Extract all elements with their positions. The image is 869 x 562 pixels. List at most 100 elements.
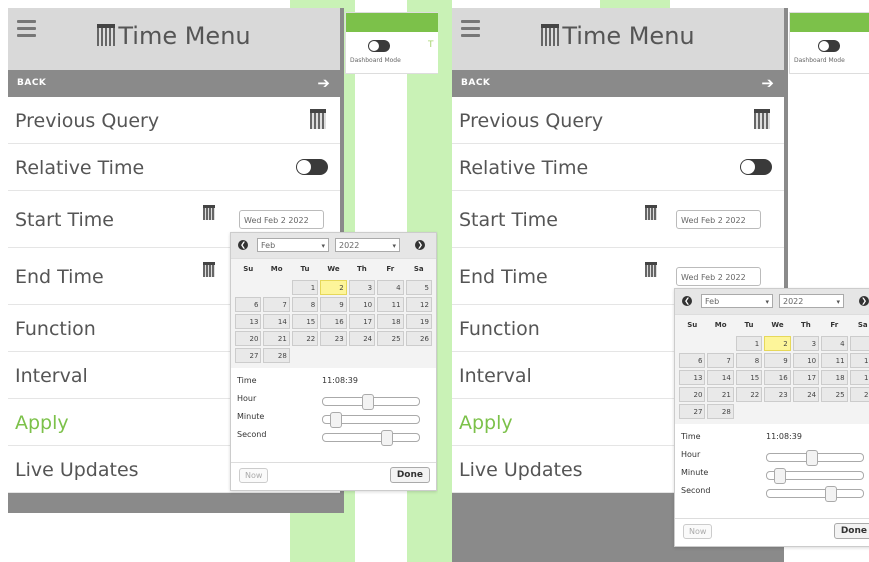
prev-month-icon[interactable]: ❮: [682, 296, 692, 306]
calendar-day[interactable]: 6: [679, 353, 706, 368]
calendar-day[interactable]: 6: [235, 297, 262, 312]
now-button[interactable]: Now: [683, 524, 713, 539]
menu-item-relative-time[interactable]: Relative Time: [8, 144, 340, 191]
second-slider-thumb[interactable]: [381, 430, 394, 446]
back-bar[interactable]: BACK ➔: [8, 70, 340, 97]
done-button[interactable]: Done: [833, 523, 869, 539]
calendar-icon[interactable]: [203, 205, 215, 220]
back-bar[interactable]: BACK ➔: [452, 70, 784, 97]
calendar-day[interactable]: 11: [377, 297, 404, 312]
dashboard-mode-toggle[interactable]: [818, 40, 840, 52]
calendar-day[interactable]: 25: [377, 331, 404, 346]
year-select[interactable]: 2022 ▾: [335, 238, 400, 252]
calendar-day[interactable]: 14: [263, 314, 290, 329]
dashboard-mode-toggle[interactable]: [368, 40, 390, 52]
calendar-day[interactable]: 7: [263, 297, 290, 312]
calendar-day[interactable]: 13: [235, 314, 262, 329]
hour-slider-thumb[interactable]: [806, 450, 819, 466]
calendar-day[interactable]: 3: [348, 280, 376, 295]
calendar-day[interactable]: 23: [320, 331, 347, 346]
calendar-icon[interactable]: [310, 109, 326, 129]
calendar-day[interactable]: 22: [291, 331, 319, 346]
start-date-input[interactable]: Wed Feb 2 2022: [676, 210, 761, 229]
done-button[interactable]: Done: [389, 467, 430, 483]
minute-slider[interactable]: [322, 412, 420, 428]
calendar-day[interactable]: 20: [235, 331, 262, 346]
calendar-day[interactable]: 10: [348, 297, 376, 312]
calendar-day[interactable]: 16: [320, 314, 347, 329]
calendar-icon[interactable]: [645, 205, 657, 220]
calendar-day[interactable]: 27: [235, 348, 262, 363]
hour-slider[interactable]: [766, 450, 864, 466]
calendar-day[interactable]: 9: [320, 297, 347, 312]
month-select[interactable]: Feb ▾: [257, 238, 329, 252]
prev-month-icon[interactable]: ❮: [238, 240, 248, 250]
calendar-day[interactable]: 21: [707, 387, 734, 402]
second-slider[interactable]: [766, 486, 864, 502]
second-slider-thumb[interactable]: [825, 486, 838, 502]
calendar-day[interactable]: 12: [849, 353, 869, 368]
next-month-icon[interactable]: ❯: [415, 240, 425, 250]
calendar-day[interactable]: 12: [405, 297, 432, 312]
relative-time-toggle[interactable]: [740, 159, 772, 175]
relative-time-toggle[interactable]: [296, 159, 328, 175]
calendar-day[interactable]: 17: [792, 370, 820, 385]
calendar-icon[interactable]: [645, 262, 657, 277]
calendar-day[interactable]: 28: [707, 404, 734, 419]
calendar-icon[interactable]: [754, 109, 770, 129]
calendar-day[interactable]: 2: [320, 280, 347, 295]
now-button[interactable]: Now: [239, 468, 269, 483]
calendar-day[interactable]: 21: [263, 331, 290, 346]
minute-slider[interactable]: [766, 468, 864, 484]
calendar-day[interactable]: 18: [377, 314, 404, 329]
calendar-day[interactable]: 28: [263, 348, 290, 363]
calendar-day[interactable]: 4: [821, 336, 848, 351]
calendar-day[interactable]: 7: [707, 353, 734, 368]
calendar-icon[interactable]: [203, 262, 215, 277]
month-select[interactable]: Feb ▾: [701, 294, 773, 308]
calendar-day[interactable]: 26: [849, 387, 869, 402]
calendar-day[interactable]: 24: [792, 387, 820, 402]
calendar-day[interactable]: 5: [405, 280, 432, 295]
calendar-day[interactable]: 26: [405, 331, 432, 346]
calendar-day[interactable]: 2: [764, 336, 791, 351]
year-select[interactable]: 2022 ▾: [779, 294, 844, 308]
calendar-day[interactable]: 25: [821, 387, 848, 402]
menu-item-previous-query[interactable]: Previous Query: [8, 97, 340, 144]
calendar-day[interactable]: 9: [764, 353, 791, 368]
minute-slider-thumb[interactable]: [774, 468, 787, 484]
menu-item-relative-time[interactable]: Relative Time: [452, 144, 784, 191]
calendar-day[interactable]: 11: [821, 353, 848, 368]
calendar-day[interactable]: 19: [849, 370, 869, 385]
menu-item-start-time[interactable]: Start Time Wed Feb 2 2022: [452, 191, 784, 248]
calendar-day[interactable]: 16: [764, 370, 791, 385]
hour-slider-thumb[interactable]: [362, 394, 375, 410]
calendar-day[interactable]: 27: [679, 404, 706, 419]
menu-item-previous-query[interactable]: Previous Query: [452, 97, 784, 144]
calendar-day[interactable]: 1: [291, 280, 319, 295]
calendar-day[interactable]: 18: [821, 370, 848, 385]
calendar-day[interactable]: 3: [792, 336, 820, 351]
start-date-input[interactable]: Wed Feb 2 2022: [239, 210, 324, 229]
calendar-day[interactable]: 24: [348, 331, 376, 346]
calendar-day[interactable]: 19: [405, 314, 432, 329]
calendar-day[interactable]: 5: [849, 336, 869, 351]
minute-slider-thumb[interactable]: [330, 412, 343, 428]
end-date-input[interactable]: Wed Feb 2 2022: [676, 267, 761, 286]
calendar-day[interactable]: 20: [679, 387, 706, 402]
calendar-day[interactable]: 23: [764, 387, 791, 402]
calendar-day[interactable]: 15: [291, 314, 319, 329]
calendar-day[interactable]: 8: [735, 353, 763, 368]
calendar-day[interactable]: 10: [792, 353, 820, 368]
second-slider[interactable]: [322, 430, 420, 446]
calendar-day[interactable]: 15: [735, 370, 763, 385]
calendar-day[interactable]: 14: [707, 370, 734, 385]
calendar-day[interactable]: 22: [735, 387, 763, 402]
calendar-day[interactable]: 8: [291, 297, 319, 312]
calendar-day[interactable]: 13: [679, 370, 706, 385]
calendar-day[interactable]: 4: [377, 280, 404, 295]
next-month-icon[interactable]: ❯: [859, 296, 869, 306]
calendar-day[interactable]: 17: [348, 314, 376, 329]
hour-slider[interactable]: [322, 394, 420, 410]
calendar-day[interactable]: 1: [735, 336, 763, 351]
